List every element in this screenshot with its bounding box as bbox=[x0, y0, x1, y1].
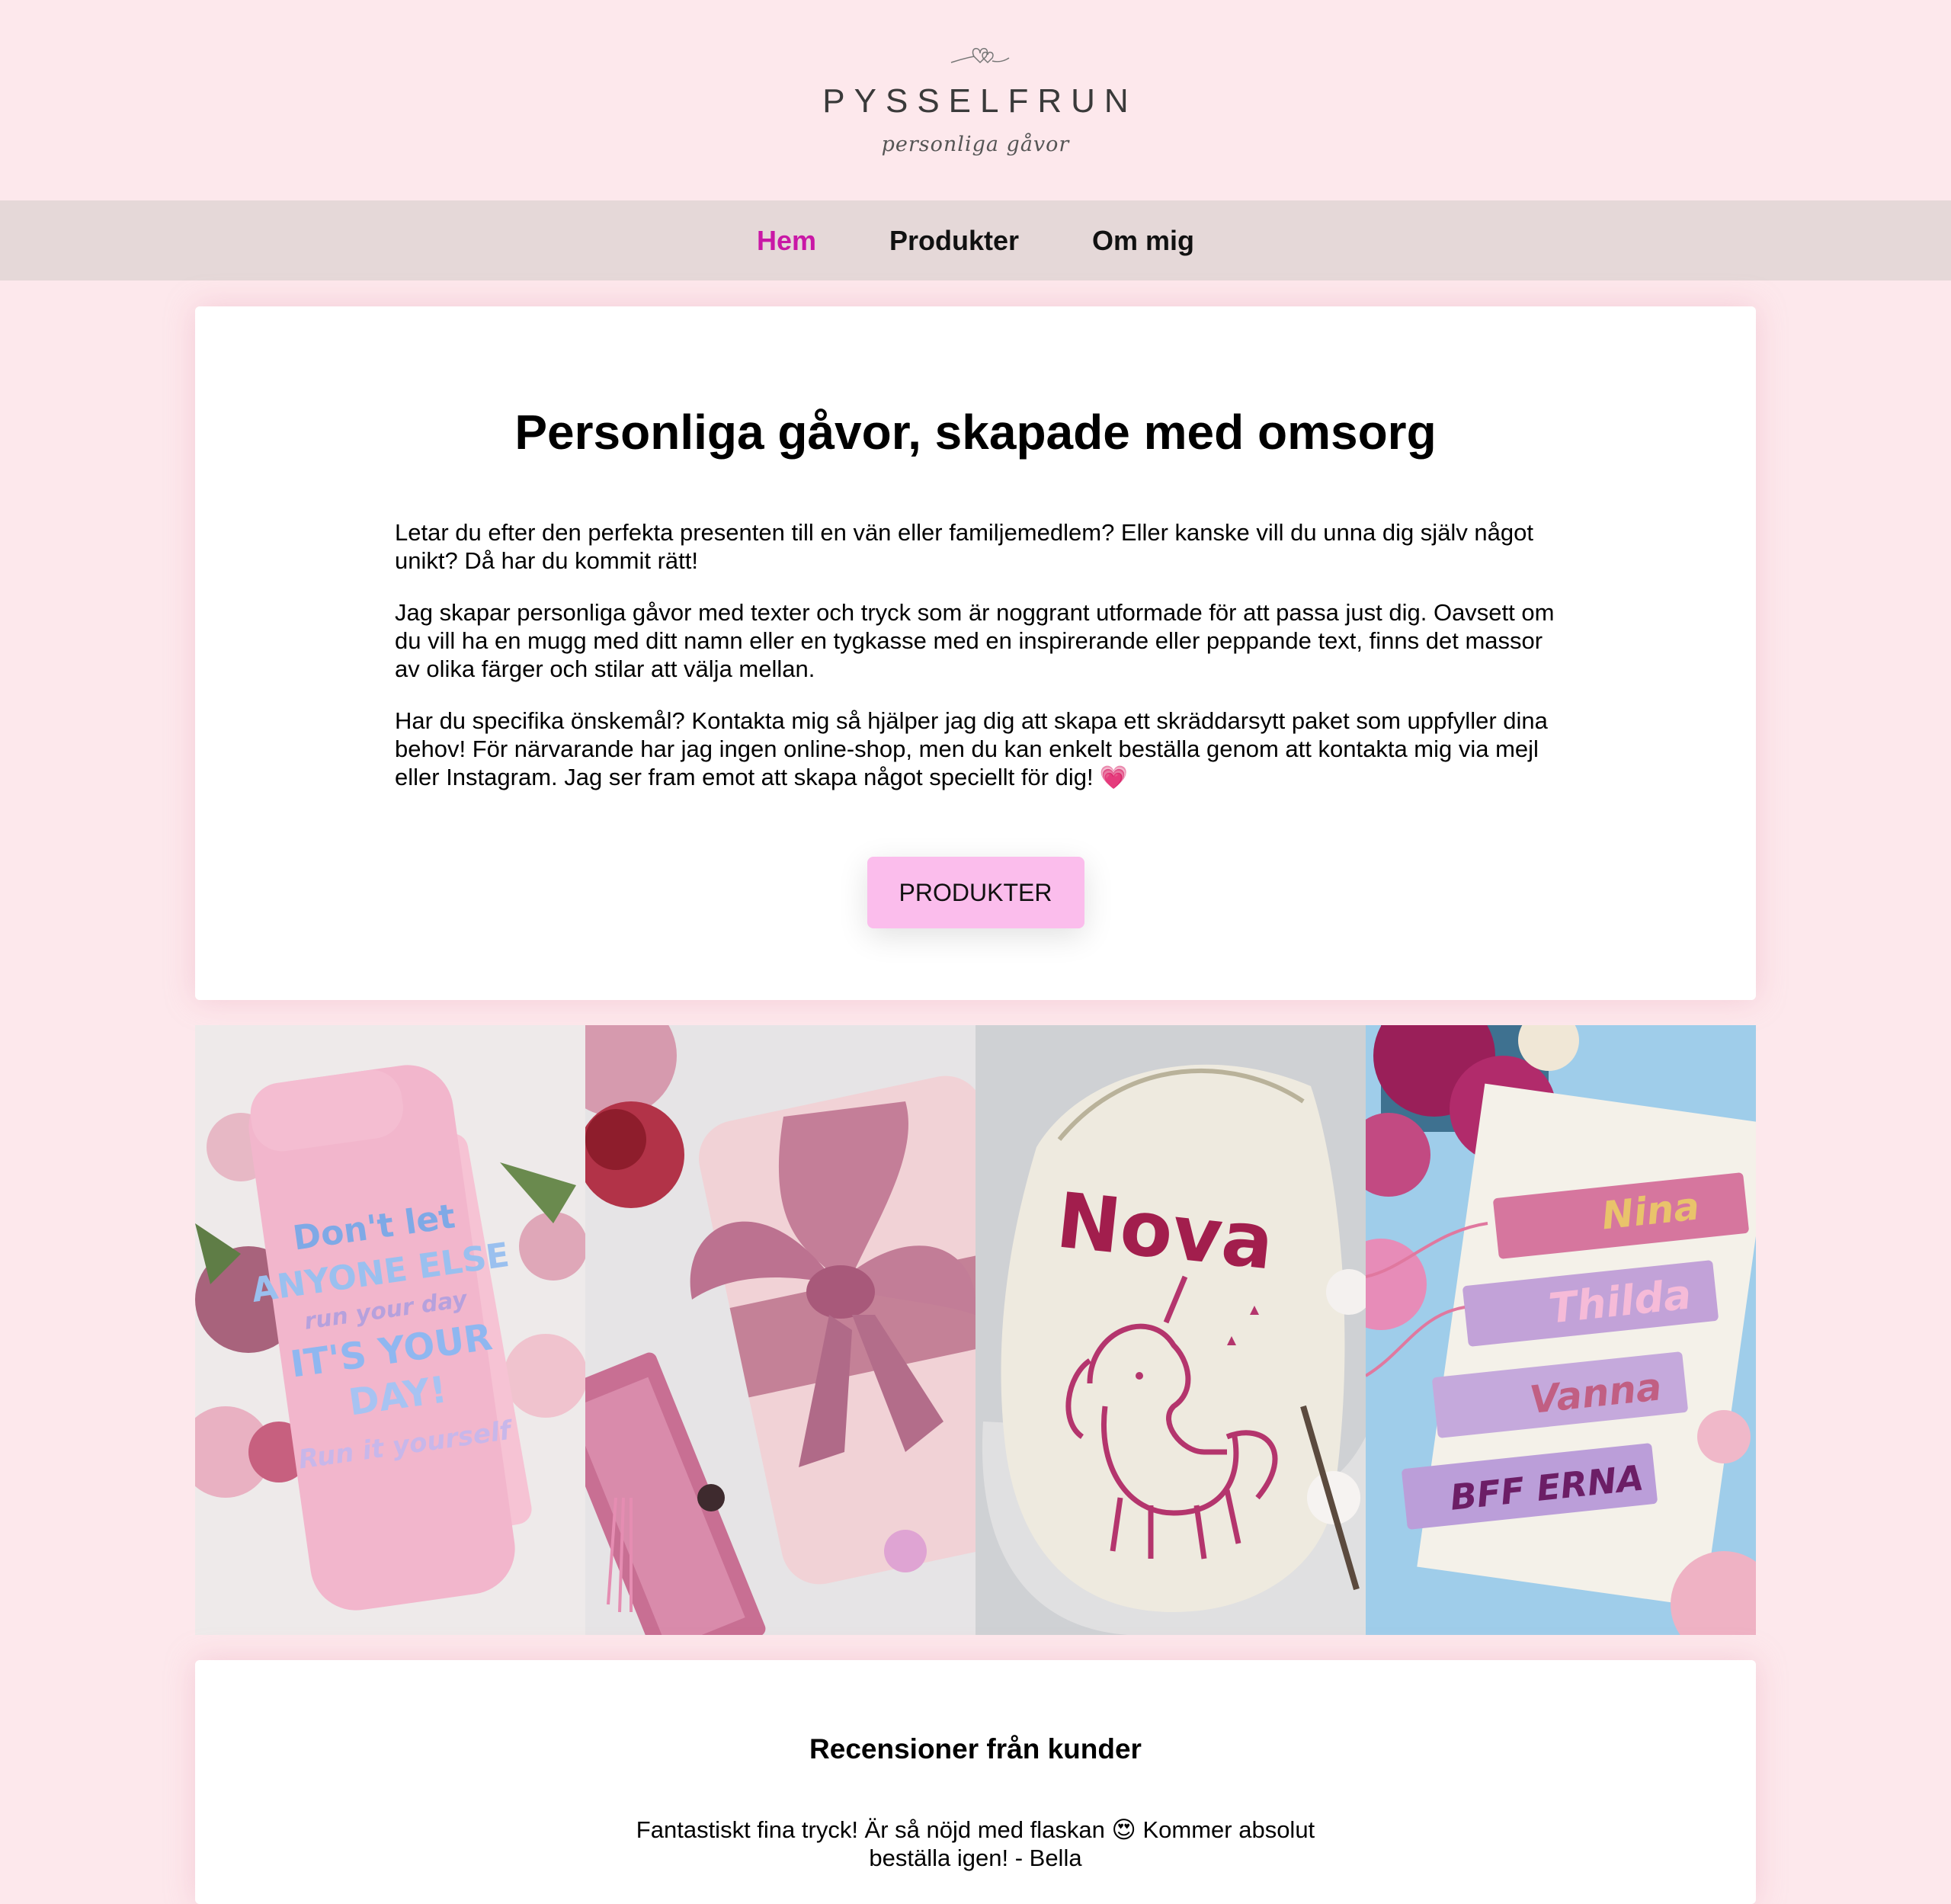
produkter-button[interactable]: PRODUKTER bbox=[867, 857, 1084, 928]
hero-text: Letar du efter den perfekta presenten ti… bbox=[395, 518, 1568, 816]
review-item: Fantastiskt fina tryck! Är så nöjd med f… bbox=[195, 1816, 1756, 1872]
main-nav: Hem Produkter Om mig bbox=[0, 200, 1951, 280]
hero-paragraph: Jag skapar personliga gåvor med texter o… bbox=[395, 599, 1555, 682]
nav-item-om-mig[interactable]: Om mig bbox=[1092, 225, 1194, 257]
pink-heart-icon: 💗 bbox=[1099, 765, 1129, 790]
pink-bottle-photo: Don't let ANYONE ELSE run your day IT'S … bbox=[195, 1025, 585, 1635]
site-header: PYSSELFRUN personliga gåvor bbox=[0, 0, 1951, 200]
hero-paragraph-text: Har du specifika önskemål? Kontakta mig … bbox=[395, 707, 1548, 790]
heart-logo-icon bbox=[950, 47, 1010, 64]
logo-title: PYSSELFRUN bbox=[822, 82, 1138, 120]
photo-gallery: Don't let ANYONE ELSE run your day IT'S … bbox=[195, 1025, 1756, 1635]
review-text: Fantastiskt fina tryck! Är så nöjd med f… bbox=[636, 1816, 1105, 1843]
gift-bow-photo bbox=[585, 1025, 976, 1635]
nav-item-hem[interactable]: Hem bbox=[757, 225, 816, 257]
hero-paragraph: Har du specifika önskemål? Kontakta mig … bbox=[395, 707, 1568, 792]
hero-title: Personliga gåvor, skapade med omsorg bbox=[514, 405, 1437, 460]
bookmarks-photo: Nina Thilda Vanna BFF ERNA bbox=[1366, 1025, 1756, 1635]
reviews-card: Recensioner från kunder Fantastiskt fina… bbox=[195, 1660, 1756, 1904]
logo-subtitle: personliga gåvor bbox=[881, 133, 1070, 156]
nova-bag-photo: Nova bbox=[976, 1025, 1366, 1635]
reviews-title: Recensioner från kunder bbox=[809, 1733, 1142, 1765]
nav-item-produkter[interactable]: Produkter bbox=[889, 225, 1019, 257]
button-wrap: PRODUKTER bbox=[195, 857, 1756, 928]
heart-eyes-icon: 😍 bbox=[1111, 1816, 1136, 1843]
hero-card: Personliga gåvor, skapade med omsorg Let… bbox=[195, 306, 1756, 1000]
hero-paragraph: Letar du efter den perfekta presenten ti… bbox=[395, 519, 1534, 574]
